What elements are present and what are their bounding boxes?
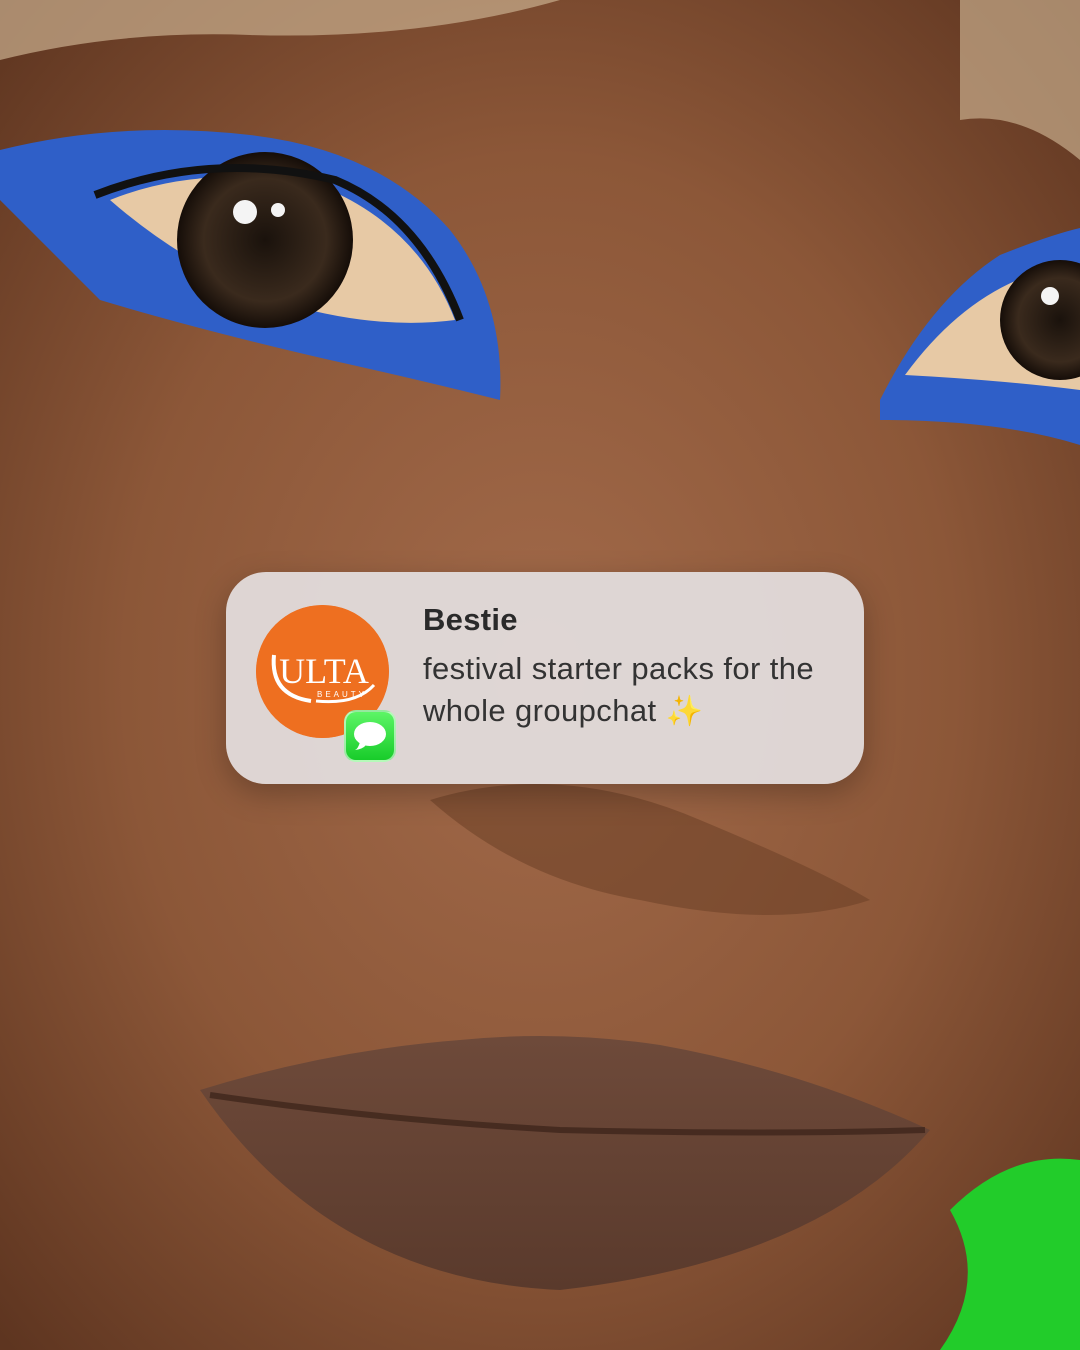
sparkles-emoji: ✨	[665, 695, 704, 728]
message-notification[interactable]: ULTA BEAUTY Bestie festival starter pack…	[226, 572, 864, 784]
beauty-wordmark: BEAUTY	[317, 690, 367, 699]
notification-message-text: festival starter packs for the whole gro…	[423, 651, 815, 728]
notification-message: festival starter packs for the whole gro…	[423, 648, 833, 733]
ulta-wordmark: ULTA	[279, 651, 369, 691]
messages-app-icon	[344, 710, 396, 762]
notification-sender: Bestie	[423, 602, 518, 637]
